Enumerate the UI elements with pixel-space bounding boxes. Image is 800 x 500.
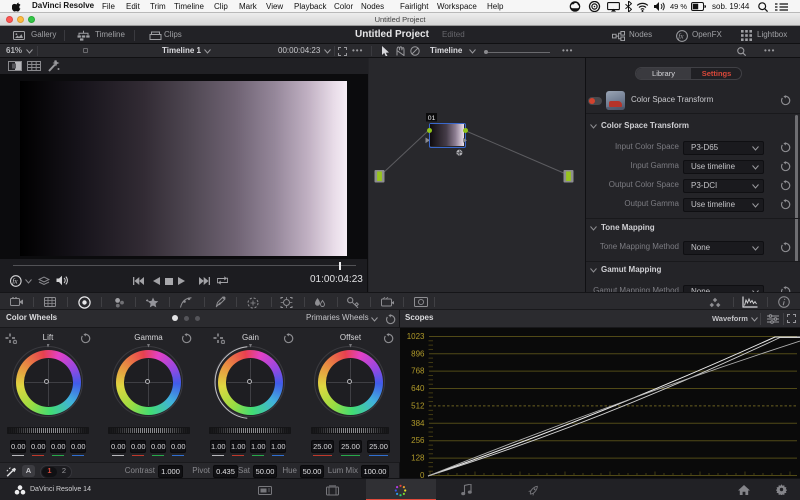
svg-text:256: 256 <box>411 436 425 445</box>
svg-text:512: 512 <box>411 401 425 410</box>
svg-text:fx: fx <box>12 277 18 286</box>
svg-text:128: 128 <box>411 454 425 463</box>
svg-text:640: 640 <box>411 384 425 393</box>
svg-text:384: 384 <box>411 419 425 428</box>
svg-text:fx: fx <box>678 31 684 40</box>
svg-text:01: 01 <box>428 115 436 122</box>
svg-text:0: 0 <box>420 471 425 478</box>
svg-text:896: 896 <box>411 349 425 358</box>
svg-text:768: 768 <box>411 367 425 376</box>
svg-text:1023: 1023 <box>407 332 425 341</box>
